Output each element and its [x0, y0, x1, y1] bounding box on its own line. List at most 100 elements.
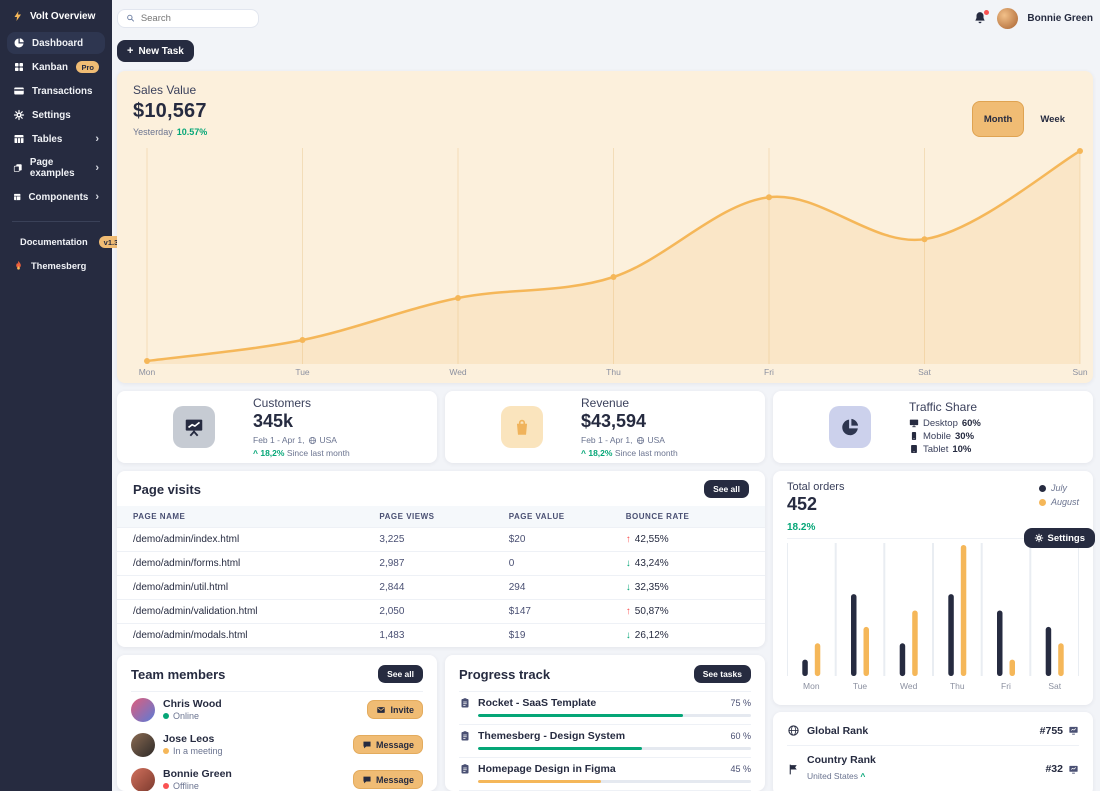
sidebar-item-settings[interactable]: Settings	[7, 104, 105, 126]
chart-legend: July August	[1039, 483, 1079, 533]
legend-item: August	[1039, 497, 1079, 507]
total-orders-card: Total orders 452 18.2% July August Setti…	[773, 471, 1093, 705]
team-members-card: Team members See all Chris Wood Online I…	[117, 655, 437, 791]
see-all-button[interactable]: See all	[378, 665, 423, 683]
table-row: /demo/admin/util.html2,844294 ↓32,35%	[117, 575, 765, 599]
tablet-icon	[909, 444, 919, 454]
invite-button[interactable]: Invite	[367, 700, 423, 719]
sidebar-item-label: Transactions	[32, 86, 92, 97]
sales-change-value: 10.57%	[177, 127, 208, 137]
sidebar-divider	[12, 221, 100, 222]
stat-change: ^ 18,2% Since last month	[253, 448, 350, 458]
sidebar-item-kanban[interactable]: Kanban Pro	[7, 56, 105, 78]
date-range: Feb 1 - Apr 1,	[253, 435, 305, 445]
bottom-grid: Page visits See all PAGE NAMEPAGE VIEWSP…	[117, 471, 1093, 791]
region-label: USA	[648, 435, 665, 445]
see-tasks-button[interactable]: See tasks	[694, 665, 751, 683]
sidebar-brand[interactable]: Volt Overview	[0, 0, 112, 31]
search-box	[117, 9, 259, 28]
stats-row: Customers 345k Feb 1 - Apr 1, USA ^ 18,2…	[117, 391, 1093, 463]
svg-text:Mon: Mon	[139, 367, 156, 377]
table-row: /demo/admin/modals.html1,483$19 ↓26,12%	[117, 623, 765, 647]
user-name[interactable]: Bonnie Green	[1027, 13, 1093, 24]
globe-icon	[308, 436, 317, 445]
sidebar-item-themesberg[interactable]: Themesberg	[7, 255, 105, 276]
list-item: Chris Wood Online Invite	[131, 692, 423, 727]
shopping-bag-icon	[511, 416, 533, 438]
desktop-icon	[909, 418, 919, 428]
plus-icon: +	[127, 45, 133, 57]
sidebar-item-dashboard[interactable]: Dashboard	[7, 32, 105, 54]
chevron-right-icon: ›	[95, 193, 99, 201]
progress-track-title: Progress track	[459, 667, 550, 682]
sales-value-card: Sales Value $10,567 Yesterday10.57% Mont…	[117, 71, 1093, 383]
global-rank-row: Global Rank #755	[787, 716, 1079, 745]
svg-text:Sat: Sat	[918, 367, 931, 377]
caret-up-icon: ^	[253, 448, 258, 458]
globe-icon	[636, 436, 645, 445]
progress-bar	[478, 747, 751, 750]
orders-bar-chart: MonTueWedThuFriSat	[787, 541, 1079, 699]
list-item: Bonnie Green Offline Message	[131, 762, 423, 791]
caret-up-icon: ^	[581, 448, 586, 458]
svg-text:Tue: Tue	[295, 367, 310, 377]
pie-icon	[839, 416, 861, 438]
progress-bar	[478, 714, 751, 717]
bolt-icon	[12, 10, 24, 22]
clipboard-icon	[459, 697, 471, 709]
sidebar-item-label: Themesberg	[31, 261, 86, 271]
stat-subtitle: Feb 1 - Apr 1, USA	[581, 435, 678, 445]
globe-icon	[787, 724, 800, 737]
traffic-icon-square	[829, 406, 871, 448]
gear-icon	[1034, 533, 1044, 543]
month-toggle-button[interactable]: Month	[972, 101, 1025, 137]
notifications-button[interactable]	[973, 11, 988, 26]
chevron-right-icon: ›	[95, 135, 99, 143]
sidebar-item-components[interactable]: Components ›	[7, 186, 105, 208]
progress-item: Rocket - SaaS Template 75 %	[459, 692, 751, 724]
bottom-left-column: Page visits See all PAGE NAMEPAGE VIEWSP…	[117, 471, 765, 791]
progress-track-card: Progress track See tasks Rocket - SaaS T…	[445, 655, 765, 791]
brand-label: Volt Overview	[30, 11, 95, 22]
status-dot	[163, 783, 169, 789]
rank-chart-icon	[1068, 764, 1079, 775]
table-row: /demo/admin/validation.html2,050$147 ↑50…	[117, 599, 765, 623]
svg-text:Sun: Sun	[1072, 367, 1087, 377]
chart-settings-button[interactable]: Settings	[1024, 528, 1095, 548]
presentation-chart-icon	[183, 416, 205, 438]
week-toggle-button[interactable]: Week	[1028, 101, 1077, 137]
table-row: /demo/admin/index.html3,225$20 ↑42,55%	[117, 527, 765, 551]
sidebar-item-documentation[interactable]: Documentation v1.3	[7, 231, 105, 253]
topbar: Bonnie Green	[117, 5, 1093, 31]
svg-text:Fri: Fri	[1001, 681, 1011, 691]
traffic-row-tablet: Tablet10%	[909, 444, 981, 455]
sidebar-item-page-examples[interactable]: Page examples ›	[7, 152, 105, 184]
total-orders-title: Total orders	[787, 481, 844, 493]
see-all-button[interactable]: See all	[704, 480, 749, 498]
sidebar-item-tables[interactable]: Tables ›	[7, 128, 105, 150]
sales-period-label: Yesterday	[133, 127, 173, 137]
list-item: Jose Leos In a meeting Message	[131, 727, 423, 762]
search-icon	[126, 13, 135, 23]
svg-text:Fri: Fri	[764, 367, 774, 377]
ranks-card: Global Rank #755 Country Rank United Sta…	[773, 712, 1093, 791]
user-avatar[interactable]	[997, 8, 1018, 29]
svg-text:Thu: Thu	[606, 367, 621, 377]
message-button[interactable]: Message	[353, 770, 423, 789]
country-rank-row: Country Rank United States ^ #32	[787, 745, 1079, 791]
page-visits-table-header: PAGE NAMEPAGE VIEWSPAGE VALUEBOUNCE RATE	[117, 506, 765, 527]
period-toggle: Month Week	[972, 101, 1077, 137]
traffic-share-card: Traffic Share Desktop60% Mobile30% Ta	[773, 391, 1093, 463]
bounce-arrow-icon: ↓	[626, 558, 631, 569]
sidebar-item-label: Components	[28, 192, 88, 203]
progress-item: Themesberg - Design System 60 %	[459, 724, 751, 757]
revenue-icon-square	[501, 406, 543, 448]
new-task-button[interactable]: + New Task	[117, 40, 194, 62]
bounce-arrow-icon: ↑	[626, 534, 631, 545]
svg-text:Sat: Sat	[1048, 681, 1061, 691]
gear-icon	[13, 109, 25, 121]
sidebar-item-transactions[interactable]: Transactions	[7, 80, 105, 102]
progress-bar	[478, 780, 751, 783]
message-button[interactable]: Message	[353, 735, 423, 754]
search-input[interactable]	[141, 13, 250, 24]
